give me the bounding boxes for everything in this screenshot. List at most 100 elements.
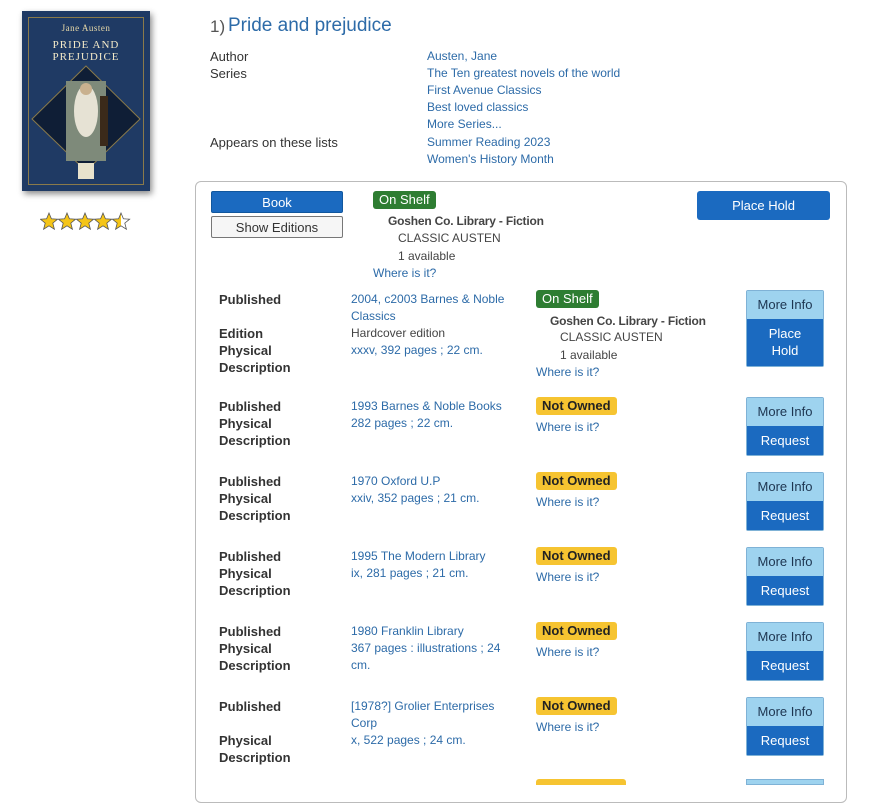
published-link[interactable]: 1995 The Modern Library xyxy=(351,548,506,565)
place-hold-label: Place xyxy=(768,326,802,341)
where-is-it-link[interactable]: Where is it? xyxy=(536,420,599,434)
request-button[interactable]: Request xyxy=(747,651,823,680)
list-link[interactable]: Women's History Month xyxy=(427,152,554,166)
published-link[interactable]: 2004, c2003 Barnes & Noble Classics xyxy=(351,291,506,325)
physical-label: Physical xyxy=(219,641,272,656)
status-badge: On Shelf xyxy=(536,290,599,308)
where-is-it-link[interactable]: Where is it? xyxy=(373,266,436,280)
physical-description-link[interactable]: x, 522 pages ; 24 cm. xyxy=(351,732,506,749)
lists-label: Appears on these lists xyxy=(210,135,338,150)
place-hold-button[interactable]: Place Hold xyxy=(697,191,830,220)
description-label: Description xyxy=(219,750,291,765)
more-info-button[interactable] xyxy=(746,779,824,785)
edition-label: Edition xyxy=(219,326,264,341)
author-label: Author xyxy=(210,49,249,64)
location-name: Goshen Co. Library - Fiction xyxy=(388,214,544,228)
book-title-link[interactable]: Pride and prejudice xyxy=(228,15,392,37)
cover-author: Jane Austen xyxy=(61,23,111,33)
request-button[interactable]: Request xyxy=(747,576,823,605)
status-badge: Not Owned xyxy=(536,622,617,640)
show-editions-button[interactable]: Show Editions xyxy=(211,216,343,238)
published-label: Published xyxy=(219,474,282,489)
author-link[interactable]: Austen, Jane xyxy=(427,49,497,63)
more-info-button[interactable]: More Info xyxy=(747,473,823,501)
series-label: Series xyxy=(210,66,247,81)
availability: 1 available xyxy=(560,348,618,362)
result-number: 1) xyxy=(210,17,226,36)
edition-actions: More Info Request xyxy=(746,547,824,606)
request-button[interactable]: Request xyxy=(747,501,823,530)
cover-title-line2: Prejudice xyxy=(52,51,120,63)
more-info-button[interactable]: More Info xyxy=(747,291,823,319)
list-link[interactable]: Summer Reading 2023 xyxy=(427,135,550,149)
call-number: CLASSIC AUSTEN xyxy=(560,330,663,344)
description-label: Description xyxy=(219,360,291,375)
half-star-icon xyxy=(111,212,131,231)
status-badge: Not Owned xyxy=(536,397,617,415)
edition-actions: More Info Request xyxy=(746,472,824,531)
physical-description-link[interactable]: xxxv, 392 pages ; 22 cm. xyxy=(351,342,506,359)
physical-description-link[interactable]: ix, 281 pages ; 21 cm. xyxy=(351,565,506,582)
status-badge xyxy=(536,779,626,785)
published-label: Published xyxy=(219,399,282,414)
published-label: Published xyxy=(219,624,282,639)
star-rating[interactable] xyxy=(40,212,132,232)
star-icon xyxy=(57,212,77,231)
cover-title-line1: Pride and xyxy=(52,39,120,51)
place-hold-button[interactable]: Place Hold xyxy=(747,319,823,366)
more-info-button[interactable]: More Info xyxy=(747,548,823,576)
published-link[interactable]: 1980 Franklin Library xyxy=(351,623,506,640)
request-button[interactable]: Request xyxy=(747,426,823,455)
more-info-button[interactable]: More Info xyxy=(747,623,823,651)
book-cover[interactable]: Jane Austen Pride and Prejudice xyxy=(22,11,150,191)
description-label: Description xyxy=(219,658,291,673)
cover-title: Pride and Prejudice xyxy=(22,39,150,63)
edition-actions: More Info Request xyxy=(746,397,824,456)
place-hold-label: Hold xyxy=(771,343,799,358)
physical-label: Physical xyxy=(219,566,272,581)
more-series-link[interactable]: More Series... xyxy=(427,117,502,131)
physical-description-link[interactable]: 367 pages : illustrations ; 24 cm. xyxy=(351,640,501,674)
status-badge: Not Owned xyxy=(536,697,617,715)
where-is-it-link[interactable]: Where is it? xyxy=(536,645,599,659)
where-is-it-link[interactable]: Where is it? xyxy=(536,720,599,734)
availability: 1 available xyxy=(398,249,456,263)
star-icon xyxy=(75,212,95,231)
published-link[interactable]: 1993 Barnes & Noble Books xyxy=(351,398,506,415)
where-is-it-link[interactable]: Where is it? xyxy=(536,365,599,379)
call-number: CLASSIC AUSTEN xyxy=(398,231,501,245)
status-badge: Not Owned xyxy=(536,547,617,565)
published-label: Published xyxy=(219,292,282,307)
where-is-it-link[interactable]: Where is it? xyxy=(536,570,599,584)
physical-label: Physical xyxy=(219,733,272,748)
star-icon xyxy=(40,212,59,231)
where-is-it-link[interactable]: Where is it? xyxy=(536,495,599,509)
description-label: Description xyxy=(219,508,291,523)
location-name: Goshen Co. Library - Fiction xyxy=(550,314,706,328)
published-link[interactable]: 1970 Oxford U.P xyxy=(351,473,506,490)
star-icon xyxy=(93,212,113,231)
book-format-button[interactable]: Book xyxy=(211,191,343,213)
status-badge: On Shelf xyxy=(373,191,436,209)
physical-label: Physical xyxy=(219,416,272,431)
series-link[interactable]: The Ten greatest novels of the world xyxy=(427,66,620,80)
edition-actions: More Info Place Hold xyxy=(746,290,824,367)
publisher-logo xyxy=(78,163,94,179)
physical-description-link[interactable]: xxiv, 352 pages ; 21 cm. xyxy=(351,490,506,507)
series-link[interactable]: Best loved classics xyxy=(427,100,528,114)
published-label: Published xyxy=(219,699,282,714)
more-info-button[interactable]: More Info xyxy=(747,698,823,726)
edition-value: Hardcover edition xyxy=(351,326,446,340)
description-label: Description xyxy=(219,583,291,598)
request-button[interactable]: Request xyxy=(747,726,823,755)
published-link[interactable]: [1978?] Grolier Enterprises Corp xyxy=(351,698,501,732)
series-link[interactable]: First Avenue Classics xyxy=(427,83,542,97)
physical-label: Physical xyxy=(219,491,272,506)
edition-actions: More Info Request xyxy=(746,622,824,681)
status-badge: Not Owned xyxy=(536,472,617,490)
description-label: Description xyxy=(219,433,291,448)
published-label: Published xyxy=(219,549,282,564)
physical-label: Physical xyxy=(219,343,272,358)
physical-description-link[interactable]: 282 pages ; 22 cm. xyxy=(351,415,506,432)
more-info-button[interactable]: More Info xyxy=(747,398,823,426)
